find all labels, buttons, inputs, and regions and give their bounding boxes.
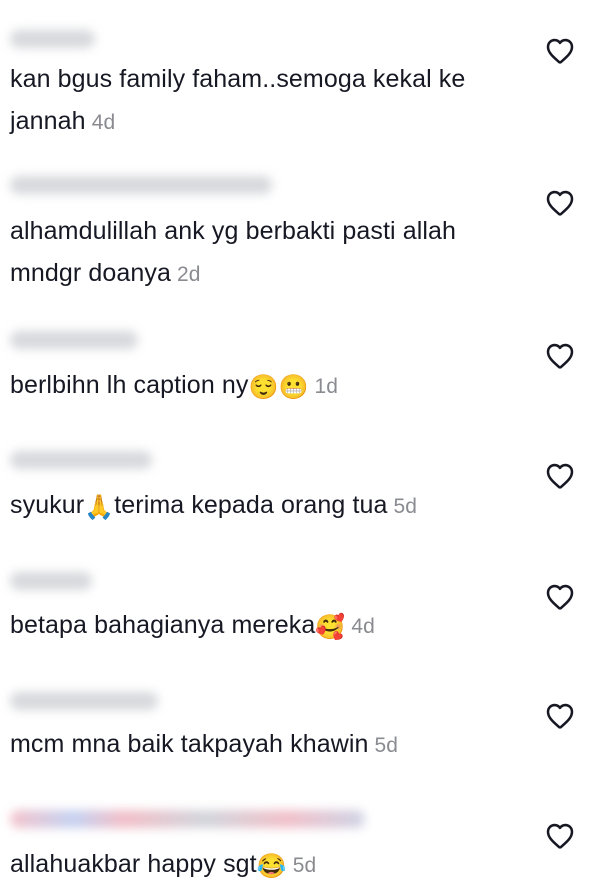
comment-text: alhamdulillah ank yg berbakti pasti alla… (10, 210, 530, 296)
comment-timestamp: 4d (351, 615, 375, 638)
comment-username-blurred[interactable] (10, 30, 95, 48)
comment-text: betapa bahagianya mereka🥰 4d (10, 604, 530, 648)
comment-username-blurred[interactable] (10, 451, 152, 469)
comment-text: mcm mna baik takpayah khawin 5d (10, 723, 530, 767)
comment-timestamp: 2d (177, 263, 201, 286)
comment-body: allahuakbar happy sgt (10, 850, 257, 878)
emoji-smiling-with-hearts: 🥰 (315, 614, 346, 641)
comment-body: betapa bahagianya mereka (10, 611, 316, 639)
comment-username-blurred[interactable] (10, 810, 365, 828)
comment-body: alhamdulillah ank yg berbakti pasti alla… (10, 217, 457, 287)
comment-body: berlbihn lh caption ny (10, 371, 249, 399)
comment-text: syukur🙏terima kepada orang tua 5d (10, 484, 530, 528)
like-heart-icon[interactable] (543, 581, 577, 613)
comment-timestamp: 5d (292, 854, 317, 877)
like-heart-icon[interactable] (543, 187, 577, 219)
comment-username-blurred[interactable] (10, 331, 138, 349)
comment-timestamp: 4d (91, 111, 116, 134)
comment-timestamp: 5d (374, 734, 399, 757)
comment-body: kan bgus family faham..semoga kekal ke j… (10, 65, 466, 135)
like-heart-icon[interactable] (543, 820, 577, 852)
like-heart-icon[interactable] (543, 700, 577, 732)
like-heart-icon[interactable] (543, 460, 577, 492)
comment-body: mcm mna baik takpayah khawin (10, 730, 369, 758)
comment-body-prefix: syukur (10, 491, 85, 519)
comment-username-blurred[interactable] (10, 572, 92, 590)
comment-text: allahuakbar happy sgt😂 5d (10, 843, 530, 887)
like-heart-icon[interactable] (543, 340, 577, 372)
like-heart-icon[interactable] (543, 35, 577, 67)
comment-username-blurred[interactable] (10, 176, 272, 194)
emoji-tears-of-joy: 😂 (256, 853, 287, 880)
emoji-folded-hands: 🙏 (84, 494, 115, 521)
comment-text: berlbihn lh caption ny😌😬 1d (10, 364, 530, 408)
comment-timestamp: 5d (393, 495, 418, 518)
comment-timestamp: 1d (314, 375, 338, 398)
comment-body: terima kepada orang tua (114, 491, 388, 519)
emoji-relieved-grimacing: 😌😬 (248, 374, 309, 401)
comment-text: kan bgus family faham..semoga kekal ke j… (10, 58, 530, 144)
comment-username-blurred[interactable] (10, 692, 158, 710)
